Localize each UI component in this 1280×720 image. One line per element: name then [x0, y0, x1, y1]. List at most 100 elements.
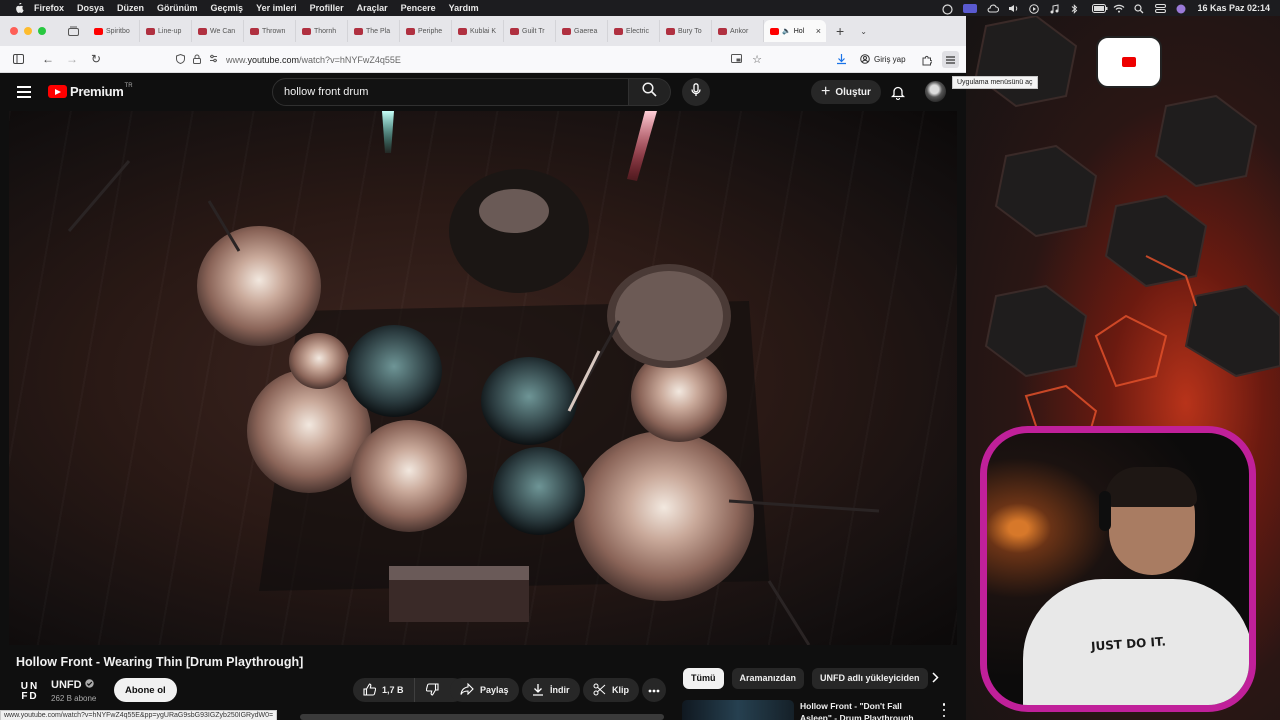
bookmark-star-icon[interactable]: ☆	[752, 53, 762, 66]
menu-help[interactable]: Yardım	[449, 3, 479, 13]
share-button[interactable]: Paylaş	[450, 678, 519, 702]
address-bar[interactable]: www. youtube.com/watch?v=hNYFwZ4q55E ☆	[176, 50, 762, 69]
chip-from-uploader[interactable]: UNFD adlı yükleyiciden	[812, 667, 928, 689]
minimize-window-button[interactable]	[24, 27, 32, 35]
tab-we-can[interactable]: We Can	[192, 20, 244, 42]
permissions-icon[interactable]	[209, 54, 218, 65]
menu-bookmarks[interactable]: Yer imleri	[256, 3, 297, 13]
bow-favicon-icon	[406, 27, 415, 35]
menu-bar-clock[interactable]: 16 Kas Paz 02:14	[1197, 3, 1270, 13]
tab-the-plot[interactable]: The Pla	[348, 20, 400, 42]
account-avatar[interactable]	[925, 81, 946, 102]
picture-in-picture-icon[interactable]	[731, 54, 743, 65]
bow-favicon-icon	[510, 27, 519, 35]
downloads-icon[interactable]	[836, 52, 847, 70]
tab-thrown[interactable]: Thrown	[244, 20, 296, 42]
tab-spiritbox[interactable]: Spiritbo	[88, 20, 140, 42]
menu-tools[interactable]: Araçlar	[357, 3, 388, 13]
bluetooth-icon[interactable]	[1071, 3, 1082, 14]
play-icon[interactable]	[1029, 3, 1040, 14]
back-arrow-icon[interactable]: ←	[40, 51, 56, 67]
more-actions-button[interactable]	[642, 678, 666, 702]
bow-favicon-icon	[458, 27, 467, 35]
download-button[interactable]: İndir	[522, 678, 580, 702]
menu-view[interactable]: Görünüm	[157, 3, 198, 13]
tab-ankor[interactable]: Ankor	[712, 20, 764, 42]
tab-periphery[interactable]: Periphe	[400, 20, 452, 42]
channel-name[interactable]: UNFD	[51, 679, 94, 691]
menu-history[interactable]: Geçmiş	[211, 3, 244, 13]
tab-active-youtube[interactable]: 🔈 Hol ×	[764, 20, 826, 42]
new-tab-button[interactable]: +	[836, 23, 844, 39]
notifications-bell-icon[interactable]	[889, 83, 907, 101]
clip-button[interactable]: Klip	[583, 678, 639, 702]
cloud-icon[interactable]	[987, 4, 1000, 13]
spotlight-search-icon[interactable]	[1134, 3, 1145, 13]
dislike-button[interactable]	[415, 678, 450, 702]
focus-icon[interactable]	[942, 3, 954, 15]
control-center-icon[interactable]	[1155, 3, 1167, 13]
battery-icon[interactable]	[1092, 3, 1108, 13]
reload-icon[interactable]: ↻	[88, 51, 104, 67]
music-note-icon[interactable]	[1050, 3, 1061, 13]
recommendation-title[interactable]: Hollow Front - "Don't Fall Asleep" - Dru…	[800, 700, 925, 720]
subscribe-button[interactable]: Abone ol	[114, 678, 177, 702]
sidebar-toggle-icon[interactable]	[10, 51, 26, 67]
chip-from-search[interactable]: Aramanızdan	[731, 667, 805, 689]
apple-icon[interactable]	[12, 2, 26, 14]
search-input[interactable]: hollow front drum	[272, 78, 629, 106]
tab-thornhill[interactable]: Thornh	[296, 20, 348, 42]
chevron-right-icon[interactable]	[928, 670, 942, 684]
tab-gaerea[interactable]: Gaerea	[556, 20, 608, 42]
recommendation-thumbnail[interactable]	[682, 700, 794, 720]
screen-record-icon[interactable]	[963, 3, 978, 13]
sign-in-button[interactable]: Giriş yap	[854, 51, 912, 68]
youtube-premium-logo[interactable]: Premium TR	[48, 83, 133, 99]
url-path: /watch?v=hNYFwZ4q55E	[299, 54, 401, 65]
menu-window[interactable]: Pencere	[401, 3, 436, 13]
tab-guilt-trip[interactable]: Guilt Tr	[504, 20, 556, 42]
tab-overview-icon[interactable]	[66, 25, 80, 37]
zoom-window-button[interactable]	[38, 27, 46, 35]
menu-firefox[interactable]: Firefox	[34, 3, 64, 13]
forward-arrow-icon[interactable]: →	[64, 51, 80, 67]
menu-file[interactable]: Dosya	[77, 3, 104, 13]
tracking-shield-icon[interactable]	[176, 53, 185, 66]
youtube-favicon-icon	[94, 27, 103, 35]
wifi-icon[interactable]	[1113, 4, 1125, 13]
search-button[interactable]	[629, 78, 671, 106]
like-button[interactable]: 1,7 B	[353, 678, 415, 702]
bow-favicon-icon	[718, 27, 727, 35]
link-status-url: www.youtube.com/watch?v=hNYFwZ4q55E&pp=y…	[0, 710, 278, 720]
create-button[interactable]: + Oluştur	[811, 80, 881, 104]
tab-electric[interactable]: Electric	[608, 20, 660, 42]
app-menu-button[interactable]	[942, 51, 959, 68]
tab-list-chevron-icon[interactable]: ⌄	[860, 27, 867, 36]
menu-bar-status-area: 16 Kas Paz 02:14	[942, 0, 1270, 16]
speaker-icon[interactable]: 🔈	[782, 27, 791, 35]
voice-search-button[interactable]	[682, 78, 710, 106]
verified-check-icon	[84, 679, 94, 691]
tab-bury-tomorrow[interactable]: Bury To	[660, 20, 712, 42]
search-icon	[642, 82, 657, 102]
tab-kublai-khan[interactable]: Kublai K	[452, 20, 504, 42]
youtube-widget-icon[interactable]	[1096, 36, 1162, 88]
video-player[interactable]	[9, 111, 957, 645]
extensions-icon[interactable]	[921, 53, 933, 71]
menu-edit[interactable]: Düzen	[117, 3, 144, 13]
siri-icon[interactable]	[1176, 4, 1187, 13]
tab-line-up[interactable]: Line-up	[140, 20, 192, 42]
close-tab-icon[interactable]: ×	[816, 26, 821, 36]
volume-icon[interactable]	[1008, 4, 1019, 13]
bow-favicon-icon	[250, 27, 259, 35]
horizontal-scrollbar[interactable]	[300, 714, 664, 720]
guide-menu-icon[interactable]	[17, 86, 31, 98]
scissors-icon	[593, 683, 606, 698]
close-window-button[interactable]	[10, 27, 18, 35]
lock-icon[interactable]	[193, 54, 201, 66]
plus-icon: +	[821, 83, 831, 100]
chip-all[interactable]: Tümü	[683, 667, 724, 689]
channel-avatar[interactable]: UN FD	[16, 679, 44, 705]
menu-profiles[interactable]: Profiller	[310, 3, 344, 13]
recommendation-more-icon[interactable]	[940, 703, 948, 717]
